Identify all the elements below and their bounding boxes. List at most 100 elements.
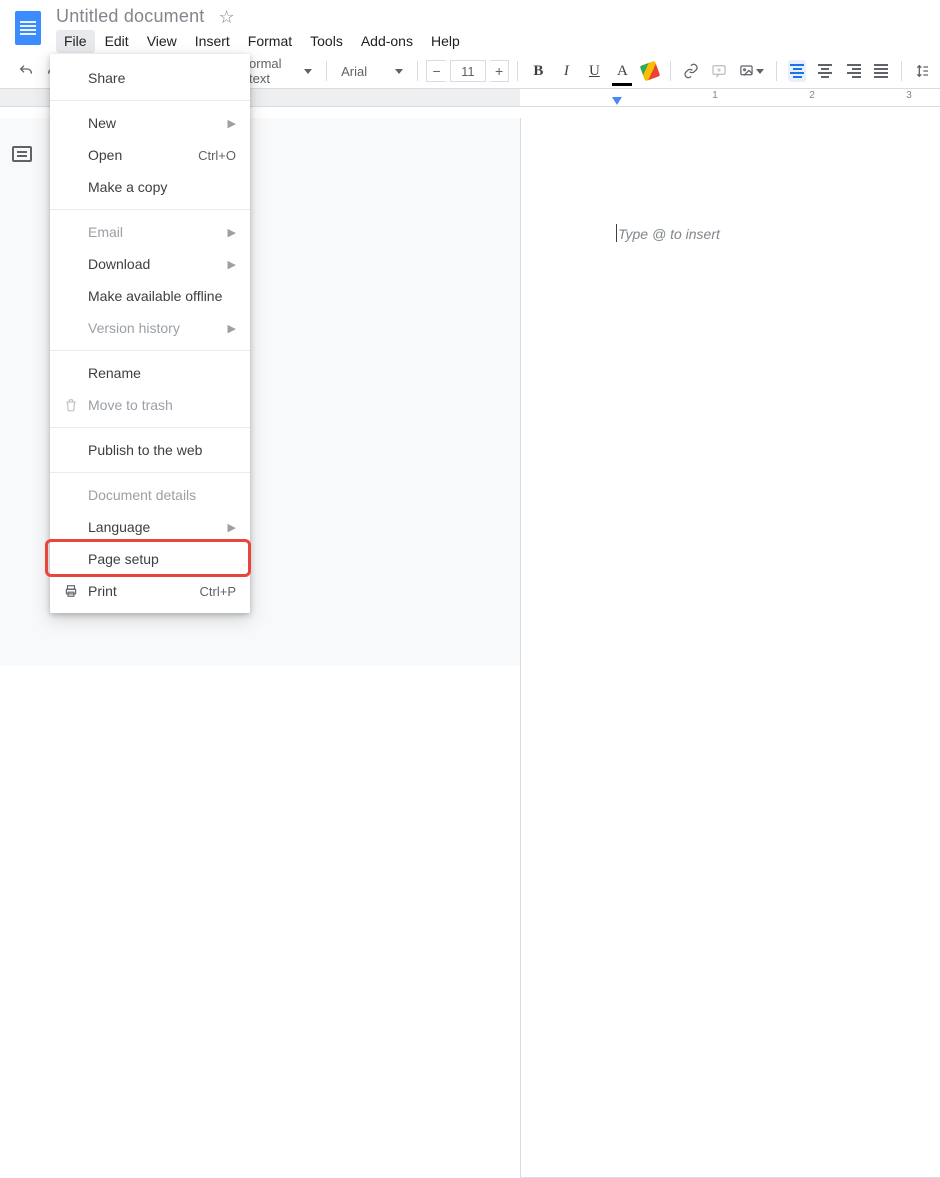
menu-item-print[interactable]: Print Ctrl+P [50,575,250,607]
add-comment-button[interactable] [707,58,731,84]
menu-item-new[interactable]: New ▶ [50,107,250,139]
separator [670,61,671,81]
label: Move to trash [88,397,173,413]
label: Share [88,70,125,86]
label: Print [88,583,117,599]
separator [326,61,327,81]
ruler-number: 1 [712,90,718,101]
chevron-down-icon [304,69,312,74]
submenu-arrow-icon: ▶ [228,117,236,130]
menu-item-make-offline[interactable]: Make available offline [50,280,250,312]
menu-item-rename[interactable]: Rename [50,357,250,389]
font-size-input[interactable]: 11 [450,60,486,82]
insert-link-button[interactable] [679,58,703,84]
menu-format[interactable]: Format [240,30,300,53]
align-right-icon [845,64,861,78]
menu-tools[interactable]: Tools [302,30,351,53]
menu-help[interactable]: Help [423,30,468,53]
menu-item-version-history[interactable]: Version history ▶ [50,312,250,344]
ruler-number: 3 [906,90,912,101]
align-justify-button[interactable] [869,58,893,84]
document-page[interactable]: Type @ to insert [520,118,940,1178]
paragraph-style-label: ormal text [249,56,298,86]
menu-item-email[interactable]: Email ▶ [50,216,250,248]
separator [50,209,250,210]
menu-edit[interactable]: Edit [97,30,137,53]
separator [50,100,250,101]
label: Make available offline [88,288,222,304]
menu-item-make-copy[interactable]: Make a copy [50,171,250,203]
separator [50,472,250,473]
outline-icon [12,146,32,162]
separator [50,350,250,351]
font-size-increase[interactable]: + [490,60,510,82]
bold-button[interactable]: B [526,58,550,84]
label: Version history [88,320,180,336]
menubar: File Edit View Insert Format Tools Add-o… [56,30,468,53]
menu-item-language[interactable]: Language ▶ [50,511,250,543]
paragraph-style-select[interactable]: ormal text [243,58,318,84]
submenu-arrow-icon: ▶ [228,322,236,335]
menu-item-download[interactable]: Download ▶ [50,248,250,280]
chevron-down-icon [395,69,403,74]
header: Untitled document ☆ File Edit View Inser… [0,0,940,53]
ruler-number: 2 [809,90,815,101]
docs-logo-icon [15,11,41,45]
align-center-icon [817,64,833,78]
insert-image-button[interactable] [735,58,768,84]
file-menu-dropdown: Share New ▶ Open Ctrl+O Make a copy Email ▶… [50,54,250,613]
highlighter-icon [640,61,661,82]
undo-button[interactable] [14,58,38,84]
docs-logo[interactable] [8,8,48,48]
trash-icon [62,398,80,412]
menu-addons[interactable]: Add-ons [353,30,421,53]
font-family-label: Arial [341,64,367,79]
label: Download [88,256,150,272]
separator [417,61,418,81]
align-right-button[interactable] [841,58,865,84]
document-title[interactable]: Untitled document [56,6,204,27]
shortcut: Ctrl+O [198,148,236,163]
label: Language [88,519,150,535]
menu-item-page-setup[interactable]: Page setup [50,543,250,575]
label: Publish to the web [88,442,202,458]
submenu-arrow-icon: ▶ [228,226,236,239]
label: Document details [88,487,196,503]
font-size-decrease[interactable]: − [426,60,446,82]
indent-marker-icon[interactable] [612,97,622,105]
separator [776,61,777,81]
separator [517,61,518,81]
menu-view[interactable]: View [139,30,185,53]
italic-button[interactable]: I [554,58,578,84]
menu-file[interactable]: File [56,30,95,53]
separator [901,61,902,81]
star-icon[interactable]: ☆ [218,8,234,26]
menu-item-document-details[interactable]: Document details [50,479,250,511]
align-left-icon [788,60,806,82]
text-color-button[interactable]: A [610,58,634,84]
chevron-down-icon [756,69,764,74]
text-cursor [616,224,617,242]
align-center-button[interactable] [813,58,837,84]
menu-item-open[interactable]: Open Ctrl+O [50,139,250,171]
align-justify-icon [873,64,889,78]
align-left-button[interactable] [785,58,809,84]
label: Open [88,147,122,163]
label: New [88,115,116,131]
label: Email [88,224,123,240]
show-outline-button[interactable] [12,146,32,162]
page-placeholder: Type @ to insert [618,226,720,242]
shortcut: Ctrl+P [200,584,236,599]
menu-item-move-to-trash[interactable]: Move to trash [50,389,250,421]
label: Make a copy [88,179,167,195]
font-family-select[interactable]: Arial [335,58,409,84]
submenu-arrow-icon: ▶ [228,521,236,534]
menu-item-share[interactable]: Share [50,62,250,94]
menu-insert[interactable]: Insert [187,30,238,53]
submenu-arrow-icon: ▶ [228,258,236,271]
menu-item-publish[interactable]: Publish to the web [50,434,250,466]
label: Page setup [88,551,159,567]
underline-button[interactable]: U [582,58,606,84]
highlight-color-button[interactable] [638,58,662,84]
line-spacing-button[interactable] [910,58,934,84]
